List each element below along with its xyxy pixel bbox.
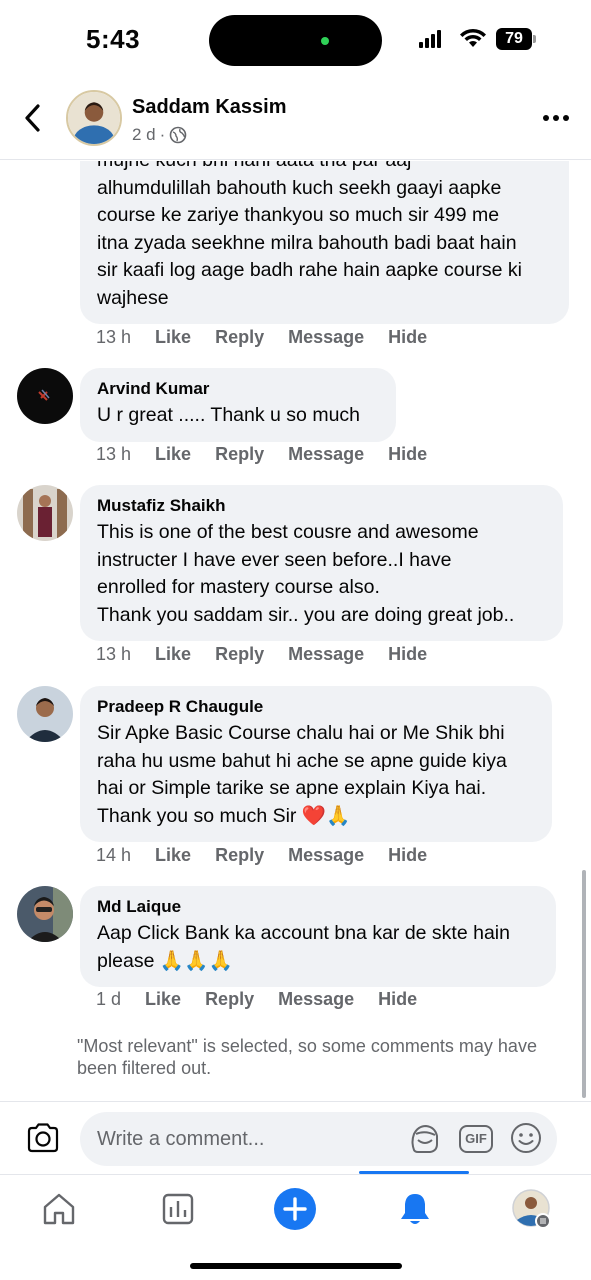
commenter-name[interactable]: Arvind Kumar: [97, 378, 380, 400]
author-name[interactable]: Saddam Kassim: [132, 96, 287, 119]
dynamic-island: [209, 15, 382, 66]
comments-list[interactable]: mujhe kuch bhi nahi aata tha par aaj alh…: [0, 161, 591, 1101]
commenter-name[interactable]: Pradeep R Chaugule: [97, 696, 536, 718]
more-dots-icon[interactable]: [541, 112, 571, 124]
status-time: 5:43: [86, 24, 141, 54]
message-button[interactable]: Message: [288, 644, 364, 665]
tab-home[interactable]: [37, 1187, 81, 1231]
battery-level: 79: [496, 28, 532, 50]
commenter-avatar[interactable]: [17, 886, 73, 942]
post-age: 2 d: [132, 125, 156, 144]
comment-bubble[interactable]: mujhe kuch bhi nahi aata tha par aaj alh…: [80, 161, 569, 324]
emoji-icon[interactable]: [510, 1122, 542, 1154]
hide-button[interactable]: Hide: [378, 989, 417, 1010]
comment-time[interactable]: 1 d: [96, 989, 121, 1010]
commenter-name[interactable]: Md Laique: [97, 896, 540, 918]
tab-create[interactable]: [273, 1187, 317, 1231]
reply-button[interactable]: Reply: [215, 444, 264, 465]
wifi-icon: [460, 28, 486, 47]
hide-button[interactable]: Hide: [388, 644, 427, 665]
camera-indicator-dot: [321, 37, 329, 45]
battery-icon: 79: [496, 28, 536, 50]
comment-time[interactable]: 13 h: [96, 327, 131, 348]
tab-profile[interactable]: [510, 1187, 554, 1231]
hide-button[interactable]: Hide: [388, 845, 427, 866]
hide-button[interactable]: Hide: [388, 444, 427, 465]
comment-text: Sir Apke Basic Course chalu hai or Me Sh…: [97, 722, 507, 827]
comment-actions: 14 h Like Reply Message Hide: [96, 845, 427, 866]
reply-button[interactable]: Reply: [205, 989, 254, 1010]
active-tab-indicator: [359, 1171, 469, 1174]
message-button[interactable]: Message: [288, 327, 364, 348]
camera-icon[interactable]: [25, 1120, 61, 1156]
dashboard-icon: [162, 1193, 194, 1225]
back-chevron-icon[interactable]: [18, 100, 48, 136]
post-meta: 2 d ·: [132, 125, 187, 145]
profile-avatar-icon: [512, 1189, 551, 1229]
comment-actions: 13 h Like Reply Message Hide: [96, 444, 427, 465]
comment-text: This is one of the best cousre and aweso…: [97, 521, 515, 626]
reply-button[interactable]: Reply: [215, 845, 264, 866]
comment-time[interactable]: 14 h: [96, 845, 131, 866]
like-button[interactable]: Like: [155, 327, 191, 348]
commenter-name[interactable]: Mustafiz Shaikh: [97, 495, 547, 517]
comment-actions: 13 h Like Reply Message Hide: [96, 644, 427, 665]
comment-bubble[interactable]: Arvind Kumar U r great ..... Thank u so …: [80, 368, 396, 442]
comment-time[interactable]: 13 h: [96, 444, 131, 465]
create-plus-icon: [274, 1188, 316, 1230]
message-button[interactable]: Message: [288, 845, 364, 866]
gif-icon[interactable]: GIF: [459, 1125, 493, 1153]
commenter-avatar[interactable]: [17, 485, 73, 541]
like-button[interactable]: Like: [155, 845, 191, 866]
comment-text: U r great ..... Thank u so much: [97, 404, 361, 426]
reply-button[interactable]: Reply: [215, 327, 264, 348]
tab-dashboard[interactable]: [156, 1187, 200, 1231]
reply-button[interactable]: Reply: [215, 644, 264, 665]
like-button[interactable]: Like: [155, 444, 191, 465]
hide-button[interactable]: Hide: [388, 327, 427, 348]
comment-actions: 1 d Like Reply Message Hide: [96, 989, 417, 1010]
comment-composer: GIF: [0, 1101, 591, 1173]
message-button[interactable]: Message: [278, 989, 354, 1010]
post-header: Saddam Kassim 2 d ·: [0, 80, 591, 160]
comment-bubble[interactable]: Md Laique Aap Click Bank ka account bna …: [80, 886, 556, 987]
home-indicator-bar: [190, 1263, 402, 1269]
scrollbar[interactable]: [582, 870, 586, 1098]
comment-bubble[interactable]: Mustafiz Shaikh This is one of the best …: [80, 485, 563, 641]
comment-text: mujhe kuch bhi nahi aata tha par aaj alh…: [97, 161, 522, 309]
meta-separator: ·: [159, 125, 166, 144]
filter-notice: "Most relevant" is selected, so some com…: [77, 1036, 537, 1078]
bottom-tab-bar: [0, 1171, 591, 1280]
comment-text: Aap Click Bank ka account bna kar de skt…: [97, 922, 510, 972]
commenter-avatar[interactable]: [17, 686, 73, 742]
cellular-signal-icon: [419, 30, 443, 48]
comment-actions: 13 h Like Reply Message Hide: [96, 327, 427, 348]
tab-notifications[interactable]: [393, 1187, 437, 1231]
notifications-bell-icon: [401, 1194, 429, 1224]
message-button[interactable]: Message: [288, 444, 364, 465]
home-icon: [43, 1193, 75, 1225]
globe-icon: [170, 126, 187, 144]
author-avatar[interactable]: [66, 90, 122, 146]
comment-bubble[interactable]: Pradeep R Chaugule Sir Apke Basic Course…: [80, 686, 552, 842]
avatar-sticker-icon[interactable]: [408, 1122, 442, 1156]
status-bar: 5:43 79: [0, 0, 591, 80]
commenter-avatar[interactable]: [17, 368, 73, 424]
like-button[interactable]: Like: [155, 644, 191, 665]
like-button[interactable]: Like: [145, 989, 181, 1010]
comment-time[interactable]: 13 h: [96, 644, 131, 665]
